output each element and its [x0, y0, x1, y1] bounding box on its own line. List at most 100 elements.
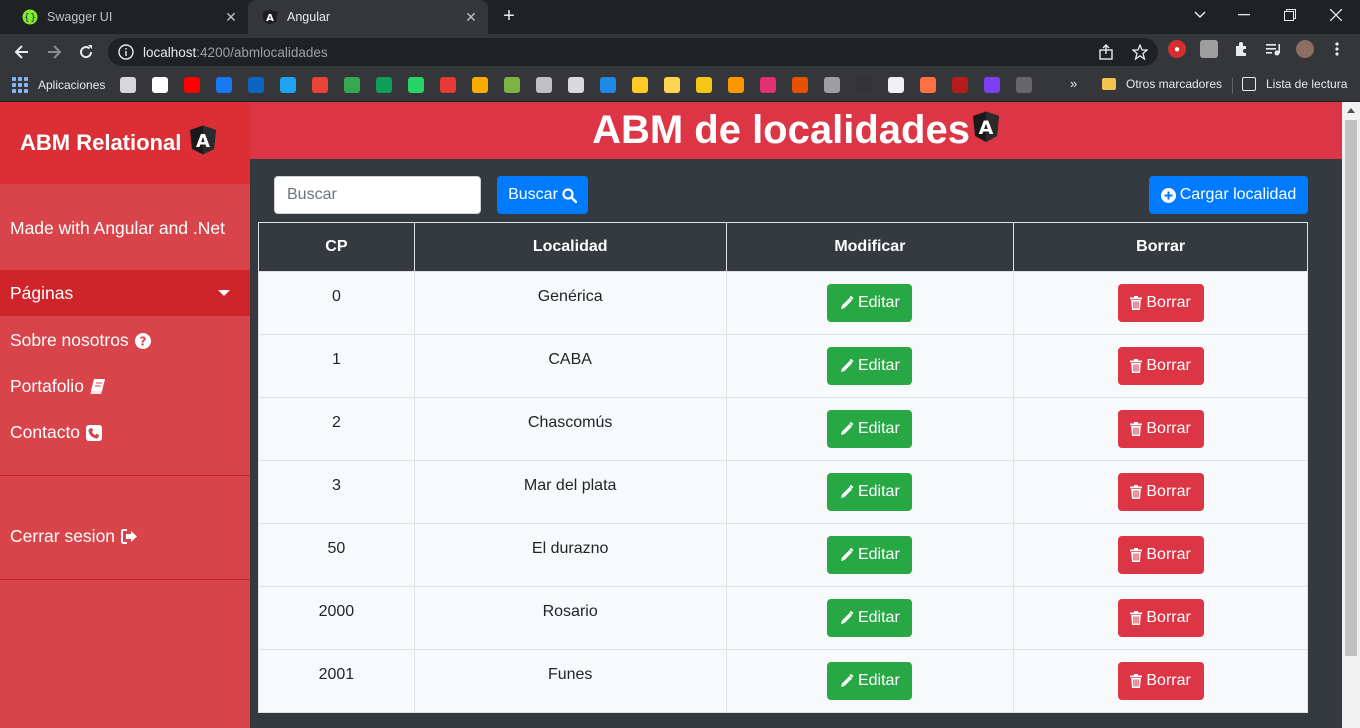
cell-modificar: Editar [725, 271, 1015, 335]
address-bar[interactable]: localhost:4200/abmlocalidades [108, 38, 1158, 66]
browser-tab-angular[interactable]: A Angular ✕ [248, 0, 488, 34]
bookmark-favicon-icon[interactable] [408, 77, 424, 93]
bookmark-favicon-icon[interactable] [984, 77, 1000, 93]
tab-search-icon[interactable] [1177, 0, 1223, 30]
bookmark-favicon-icon[interactable] [568, 77, 584, 93]
delete-button-label: Borrar [1146, 420, 1191, 437]
sidebar-item-paginas[interactable]: Páginas [0, 270, 250, 316]
profile-avatar[interactable] [1296, 40, 1314, 58]
bookmark-favicon-icon[interactable] [440, 77, 456, 93]
bookmark-favicon-icon[interactable] [152, 77, 168, 93]
bookmark-favicon-icon[interactable] [600, 77, 616, 93]
table-row: 2000 Rosario Editar Borrar [258, 586, 1308, 650]
extension-icon[interactable] [1200, 40, 1218, 58]
bookmark-favicon-icon[interactable] [216, 77, 232, 93]
sidebar-item-sobre-nosotros[interactable]: Sobre nosotros ? [10, 330, 151, 351]
delete-button[interactable]: Borrar [1117, 473, 1204, 511]
delete-button-label: Borrar [1146, 357, 1191, 374]
bookmark-favicon-icon[interactable] [1016, 77, 1032, 93]
delete-button[interactable]: Borrar [1117, 599, 1204, 637]
reading-list-button[interactable]: Lista de lectura [1242, 77, 1347, 91]
lastpass-extension-icon[interactable]: ● [1168, 40, 1186, 58]
puzzle-extensions-icon[interactable] [1232, 40, 1250, 58]
edit-button[interactable]: Editar [827, 662, 913, 700]
media-control-icon[interactable] [1264, 40, 1282, 58]
browser-toolbar: localhost:4200/abmlocalidades ● [0, 34, 1360, 70]
scroll-up-arrow-icon[interactable] [1342, 102, 1360, 118]
add-localidad-button[interactable]: Cargar localidad [1149, 176, 1308, 214]
edit-button[interactable]: Editar [827, 347, 913, 385]
delete-button[interactable]: Borrar [1117, 410, 1204, 448]
bookmark-apps[interactable]: Aplicaciones [12, 77, 105, 93]
edit-button[interactable]: Editar [827, 599, 913, 637]
delete-button[interactable]: Borrar [1117, 284, 1204, 322]
search-input[interactable] [274, 176, 481, 214]
bookmark-favicon-icon[interactable] [952, 77, 968, 93]
bookmark-favicon-icon[interactable] [184, 77, 200, 93]
forward-arrow-icon[interactable] [40, 38, 68, 66]
bookmark-folder-other[interactable]: Otros marcadores [1102, 77, 1222, 91]
share-icon[interactable] [1098, 44, 1114, 63]
bookmark-favicon-icon[interactable] [664, 77, 680, 93]
column-header-cp: CP [258, 222, 415, 272]
reload-icon[interactable] [72, 38, 100, 66]
bookmark-favicon-icon[interactable] [280, 77, 296, 93]
back-arrow-icon[interactable] [8, 38, 36, 66]
bookmark-favicon-icon[interactable] [920, 77, 936, 93]
bookmark-favicon-icon[interactable] [312, 77, 328, 93]
browser-menu-icon[interactable] [1328, 40, 1346, 58]
bookmark-favicon-icon[interactable] [824, 77, 840, 93]
edit-button[interactable]: Editar [827, 536, 913, 574]
close-window-button[interactable] [1313, 0, 1359, 30]
close-tab-icon[interactable]: ✕ [462, 8, 480, 26]
more-bookmarks-chevron-icon[interactable]: » [1070, 76, 1077, 91]
delete-button[interactable]: Borrar [1117, 347, 1204, 385]
edit-button[interactable]: Editar [827, 410, 913, 448]
edit-button[interactable]: Editar [827, 284, 913, 322]
sign-out-icon [121, 529, 138, 544]
search-button[interactable]: Buscar [497, 176, 588, 214]
page-scrollbar[interactable] [1342, 102, 1360, 728]
minimize-window-button[interactable] [1221, 0, 1267, 30]
bookmark-favicon-icon[interactable] [120, 77, 136, 93]
sidebar-brand[interactable]: ABM Relational A [0, 102, 250, 184]
svg-text:{}: {} [24, 13, 37, 24]
bookmark-favicon-icon[interactable] [760, 77, 776, 93]
bookmark-favicon-icon[interactable] [344, 77, 360, 93]
bookmark-favicon-icon[interactable] [472, 77, 488, 93]
browser-tab-swagger[interactable]: {} Swagger UI ✕ [8, 0, 248, 34]
apps-label: Aplicaciones [38, 78, 106, 92]
sidebar-item-portafolio[interactable]: Portafolio [10, 376, 106, 397]
bookmark-favicon-icon[interactable] [536, 77, 552, 93]
scrollbar-thumb[interactable] [1345, 120, 1357, 656]
bookmark-favicon-icon[interactable] [728, 77, 744, 93]
cell-localidad: El durazno [413, 523, 727, 587]
bookmark-star-icon[interactable] [1131, 43, 1149, 63]
bookmark-favicon-icon[interactable] [248, 77, 264, 93]
edit-button[interactable]: Editar [827, 473, 913, 511]
sidebar-item-contacto[interactable]: Contacto [10, 422, 103, 443]
bookmark-favicon-icon[interactable] [696, 77, 712, 93]
bookmark-favicon-icon[interactable] [632, 77, 648, 93]
close-tab-icon[interactable]: ✕ [222, 8, 240, 26]
apps-grid-icon [12, 77, 28, 93]
restore-window-button[interactable] [1267, 0, 1313, 30]
bookmarks-bar: Aplicaciones » Otros marcadores Lista de… [0, 70, 1360, 102]
svg-text:?: ? [139, 334, 146, 348]
bookmark-favicon-icon[interactable] [888, 77, 904, 93]
column-header-modificar: Modificar [725, 222, 1015, 272]
delete-button[interactable]: Borrar [1117, 536, 1204, 574]
reading-list-label: Lista de lectura [1266, 77, 1348, 91]
bookmark-favicon-icon[interactable] [856, 77, 872, 93]
folder-label: Otros marcadores [1126, 77, 1223, 91]
delete-button[interactable]: Borrar [1117, 662, 1204, 700]
table-row: 2001 Funes Editar Borrar [258, 649, 1308, 713]
table-body: 0 Genérica Editar Borrar 1 CABA Editar Borrar 2 C… [258, 271, 1308, 713]
new-tab-button[interactable]: + [498, 6, 520, 28]
sidebar-item-cerrar-sesion[interactable]: Cerrar sesion [10, 526, 138, 547]
phone-icon [86, 424, 103, 441]
bookmark-favicon-icon[interactable] [376, 77, 392, 93]
bookmark-favicon-icon[interactable] [792, 77, 808, 93]
bookmark-favicon-icon[interactable] [504, 77, 520, 93]
site-info-icon[interactable] [118, 44, 134, 60]
